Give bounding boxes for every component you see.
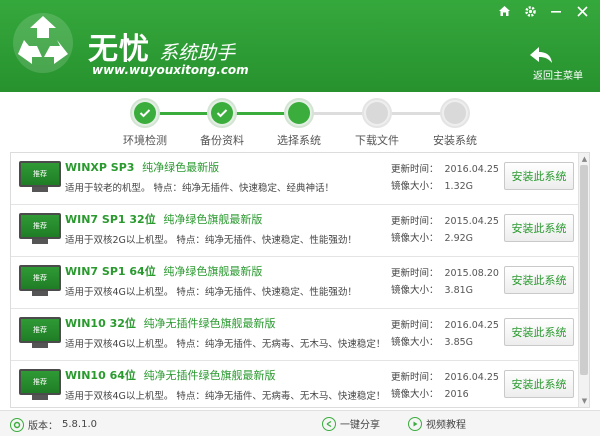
- scroll-up-icon[interactable]: ▲: [580, 154, 589, 164]
- list-item: 推荐 WIN10 64位 纯净无插件绿色旗舰最新版 适用于双核4G以上机型。 特…: [11, 361, 579, 407]
- system-title: WIN10 64位 纯净无插件绿色旗舰最新版: [65, 369, 276, 382]
- list-item: 推荐 WIN10 32位 纯净无插件绿色旗舰最新版 适用于双核4G以上机型。 特…: [11, 309, 579, 361]
- back-label: 返回主菜单: [533, 71, 583, 82]
- list-item: 推荐 WIN7 SP1 64位 纯净绿色旗舰最新版 适用于双核4G以上机型。 特…: [11, 257, 579, 309]
- step-label: 下载文件: [355, 134, 399, 147]
- gear-icon[interactable]: [520, 2, 540, 20]
- brand-name: 无忧: [88, 32, 150, 67]
- install-system-button[interactable]: 安装此系统: [504, 318, 574, 346]
- list-scrollbar[interactable]: ▲ ▼: [578, 153, 589, 407]
- back-arrow-icon: [530, 47, 552, 63]
- system-list: 推荐 WINXP SP3 纯净绿色最新版 适用于较老的机型。 特点：纯净无插件、…: [10, 152, 590, 408]
- status-bar: 版本： 5.8.1.0 一键分享 视频教程: [0, 410, 600, 436]
- minimize-icon[interactable]: [546, 2, 566, 20]
- system-meta: 更新时间： 2015.08.20 镜像大小： 3.81G: [391, 268, 499, 296]
- version-label: 版本：: [28, 421, 58, 432]
- brand-title: 无忧 系统助手: [88, 24, 235, 68]
- check-icon: [134, 102, 156, 124]
- system-desc: 适用于双核4G以上机型。 特点：纯净无插件、无病毒、无木马、快速稳定！: [65, 391, 386, 402]
- monitor-icon: 推荐: [19, 161, 61, 193]
- brand-url: www.wuyouxitong.com: [92, 63, 249, 77]
- system-meta: 更新时间： 2016.04.25 镜像大小： 3.85G: [391, 320, 499, 348]
- monitor-icon: 推荐: [19, 265, 61, 297]
- play-icon: [408, 416, 422, 431]
- monitor-icon: 推荐: [19, 213, 61, 245]
- system-meta: 更新时间： 2015.04.25 镜像大小： 2.92G: [391, 216, 499, 244]
- app-header: 无忧 系统助手 www.wuyouxitong.com 返回主菜单: [0, 0, 600, 92]
- install-system-button[interactable]: 安装此系统: [504, 266, 574, 294]
- one-click-share-button[interactable]: 一键分享: [322, 416, 380, 431]
- system-desc: 适用于双核4G以上机型。 特点：纯净无插件、快速稳定、性能强劲！: [65, 287, 357, 298]
- window-controls: [494, 2, 592, 20]
- progress-steps: 环境检测 备份资料 选择系统 下载文件 安装系统: [0, 92, 600, 152]
- system-title: WIN7 SP1 64位 纯净绿色旗舰最新版: [65, 265, 263, 278]
- list-item: 推荐 WINXP SP3 纯净绿色最新版 适用于较老的机型。 特点：纯净无插件、…: [11, 153, 579, 205]
- install-system-button[interactable]: 安装此系统: [504, 214, 574, 242]
- video-tutorial-button[interactable]: 视频教程: [408, 416, 466, 431]
- brand-tagline: 系统助手: [159, 42, 236, 64]
- step-install: 安装系统: [410, 98, 500, 148]
- step-label: 安装系统: [433, 134, 477, 147]
- list-item: 推荐 WIN7 SP1 32位 纯净绿色旗舰最新版 适用于双核2G以上机型。 特…: [11, 205, 579, 257]
- recycle-logo-icon: [13, 13, 73, 73]
- install-system-button[interactable]: 安装此系统: [504, 162, 574, 190]
- system-title: WIN10 32位 纯净无插件绿色旗舰最新版: [65, 317, 276, 330]
- scrollbar-thumb[interactable]: [580, 165, 588, 375]
- system-title: WIN7 SP1 32位 纯净绿色旗舰最新版: [65, 213, 263, 226]
- scroll-down-icon[interactable]: ▼: [580, 396, 589, 406]
- system-meta: 更新时间： 2016.04.25 镜像大小： 1.32G: [391, 164, 499, 192]
- pending-step-dot: [444, 102, 466, 124]
- monitor-icon: 推荐: [19, 317, 61, 349]
- back-to-menu-button[interactable]: 返回主菜单: [526, 44, 590, 82]
- share-icon: [322, 416, 336, 431]
- version-info: 版本： 5.8.1.0: [10, 417, 97, 432]
- home-icon[interactable]: [494, 2, 514, 20]
- close-icon[interactable]: [572, 2, 592, 20]
- system-desc: 适用于双核2G以上机型。 特点：纯净无插件、快速稳定、性能强劲！: [65, 235, 357, 246]
- system-desc: 适用于较老的机型。 特点：纯净无插件、快速稳定、经典神话！: [65, 183, 335, 194]
- system-title: WINXP SP3 纯净绿色最新版: [65, 161, 220, 174]
- share-label: 一键分享: [340, 420, 380, 431]
- step-select-system: 选择系统: [254, 98, 344, 148]
- monitor-icon: 推荐: [19, 369, 61, 401]
- install-system-button[interactable]: 安装此系统: [504, 370, 574, 398]
- system-desc: 适用于双核4G以上机型。 特点：纯净无插件、无病毒、无木马、快速稳定！: [65, 339, 386, 350]
- step-download: 下载文件: [332, 98, 422, 148]
- version-value: 5.8.1.0: [62, 419, 97, 430]
- pending-step-dot: [366, 102, 388, 124]
- system-meta: 更新时间： 2016.04.25 镜像大小： 2016: [391, 372, 499, 400]
- video-label: 视频教程: [426, 420, 466, 431]
- check-icon: [211, 102, 233, 124]
- current-step-dot: [288, 102, 310, 124]
- step-label: 选择系统: [277, 134, 321, 147]
- recycle-small-icon: [10, 417, 24, 432]
